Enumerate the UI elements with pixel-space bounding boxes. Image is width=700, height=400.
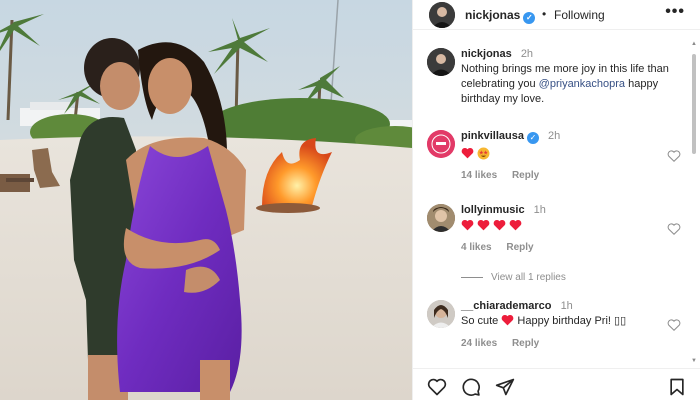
comment-text xyxy=(461,146,661,161)
red-heart-icon xyxy=(502,314,514,326)
more-options-icon[interactable]: ••• xyxy=(665,3,685,21)
comment-time[interactable]: 1h xyxy=(534,204,546,216)
commenter-username[interactable]: __chiarademarco xyxy=(461,300,552,312)
commenter-avatar[interactable] xyxy=(427,300,455,328)
comment-text: So cute Happy birthday Pri! ▯▯ xyxy=(461,314,661,329)
comment-icon[interactable] xyxy=(461,377,481,397)
commenter-avatar[interactable] xyxy=(427,204,455,232)
post-header: nickjonas ✓ • Following ••• xyxy=(413,0,700,30)
post-photo[interactable] xyxy=(0,0,412,400)
comment-time[interactable]: 1h xyxy=(561,300,573,312)
mention-link[interactable]: @priyankachopra xyxy=(539,78,625,90)
comment-emoji xyxy=(461,219,522,231)
scroll-down-icon[interactable]: ▼ xyxy=(690,357,698,365)
header-separator: • xyxy=(542,7,547,21)
view-replies-button[interactable]: View all 1 replies xyxy=(461,272,566,283)
post-viewer: nickjonas ✓ • Following ••• nickjonas 2h… xyxy=(0,0,700,400)
comment-meta: 4 likes Reply xyxy=(461,242,661,253)
comment-likes[interactable]: 14 likes xyxy=(461,170,497,181)
reply-button[interactable]: Reply xyxy=(506,242,533,253)
comment-likes[interactable]: 4 likes xyxy=(461,242,492,253)
comment-text xyxy=(461,218,661,233)
verified-badge-icon: ✓ xyxy=(523,12,536,24)
commenter-username[interactable]: pinkvillausa xyxy=(461,130,524,142)
comments-scrollbar[interactable]: ▲ ▼ xyxy=(690,40,698,365)
comment-text-end: Happy birthday Pri! ▯▯ xyxy=(514,315,627,327)
caption-text: Nothing brings me more joy in this life … xyxy=(461,62,676,107)
red-heart-icon xyxy=(461,147,474,159)
red-heart-icon xyxy=(493,220,506,231)
like-icon[interactable] xyxy=(427,377,447,397)
comment-text-start: So cute xyxy=(461,315,502,327)
view-replies-label[interactable]: View all 1 replies xyxy=(491,272,566,283)
red-heart-icon xyxy=(509,220,522,231)
share-icon[interactable] xyxy=(495,377,515,397)
post-actions xyxy=(413,368,700,400)
reply-button[interactable]: Reply xyxy=(512,338,539,349)
reply-button[interactable]: Reply xyxy=(512,170,539,181)
caption-username[interactable]: nickjonas xyxy=(461,48,512,60)
beach-couple-image xyxy=(0,0,412,400)
comment-like-icon[interactable] xyxy=(667,222,681,236)
comments-list: nickjonas 2h Nothing brings me more joy … xyxy=(413,40,700,365)
red-heart-icon xyxy=(477,220,490,231)
commenter-avatar[interactable] xyxy=(427,130,455,158)
caption-time[interactable]: 2h xyxy=(521,48,533,60)
divider-line xyxy=(461,276,483,278)
comment-emoji xyxy=(461,147,490,160)
scroll-up-icon[interactable]: ▲ xyxy=(690,40,698,48)
bookmark-icon[interactable] xyxy=(667,377,687,397)
comment-like-icon[interactable] xyxy=(667,149,681,163)
author-username[interactable]: nickjonas ✓ xyxy=(465,8,536,24)
caption-avatar[interactable] xyxy=(427,48,455,76)
red-heart-icon xyxy=(461,220,474,231)
comment-like-icon[interactable] xyxy=(667,318,681,332)
comment-time[interactable]: 2h xyxy=(548,130,560,142)
post-side-panel: nickjonas ✓ • Following ••• nickjonas 2h… xyxy=(412,0,700,400)
comment-meta: 14 likes Reply xyxy=(461,170,661,181)
comment-likes[interactable]: 24 likes xyxy=(461,338,497,349)
following-button[interactable]: Following xyxy=(554,8,605,22)
comment-meta: 24 likes Reply xyxy=(461,338,661,349)
commenter-username[interactable]: lollyinmusic xyxy=(461,204,525,216)
author-avatar[interactable] xyxy=(429,2,455,28)
scroll-thumb[interactable] xyxy=(692,54,696,154)
star-struck-emoji-icon xyxy=(477,147,490,160)
verified-badge-icon: ✓ xyxy=(526,132,539,144)
author-username-text[interactable]: nickjonas xyxy=(465,8,520,22)
